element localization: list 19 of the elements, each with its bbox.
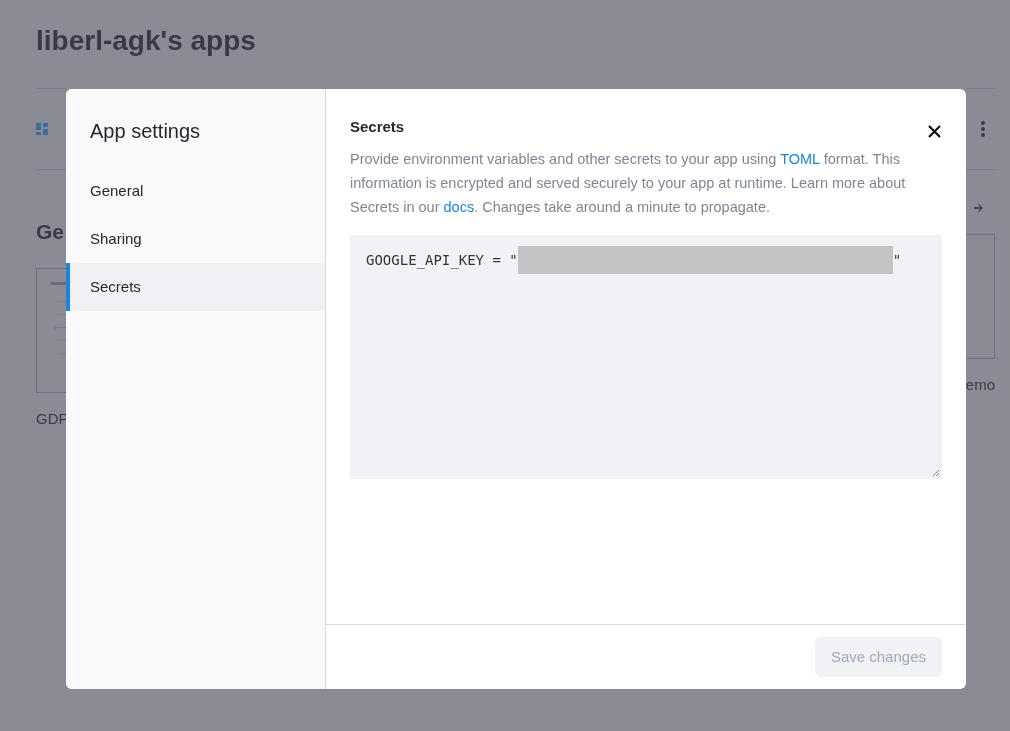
code-text: " bbox=[892, 250, 902, 270]
more-options-icon[interactable] bbox=[981, 121, 985, 137]
section-title: Secrets bbox=[350, 117, 405, 137]
settings-nav-item[interactable]: Secrets bbox=[66, 263, 325, 311]
grid-icon bbox=[36, 123, 48, 135]
dialog-title: App settings bbox=[89, 119, 202, 144]
arrow-right-icon[interactable] bbox=[973, 203, 983, 213]
inline-link[interactable]: TOML bbox=[780, 151, 820, 167]
chart-thumbnail-drawing bbox=[51, 282, 66, 354]
settings-nav-item[interactable]: General bbox=[66, 167, 325, 215]
code-text: GOOGLE_API_KEY = " bbox=[366, 250, 518, 271]
secrets-editor[interactable]: GOOGLE_API_KEY = " " bbox=[350, 235, 942, 479]
page-title: liberl-agk's apps bbox=[36, 24, 257, 58]
secrets-description: Provide environment variables and other secrets to your app using TOML format. This information is encrypted and served securely to your app at runtime. Learn more about Secrets in our docs. Changes take around a minute to propagate. bbox=[350, 150, 907, 217]
settings-nav-item[interactable]: Sharing bbox=[66, 215, 325, 263]
section-heading: Ge bbox=[36, 219, 65, 245]
close-icon[interactable] bbox=[928, 125, 941, 138]
resize-handle-icon[interactable] bbox=[932, 469, 940, 477]
app-card-caption[interactable]: emo bbox=[965, 374, 995, 397]
